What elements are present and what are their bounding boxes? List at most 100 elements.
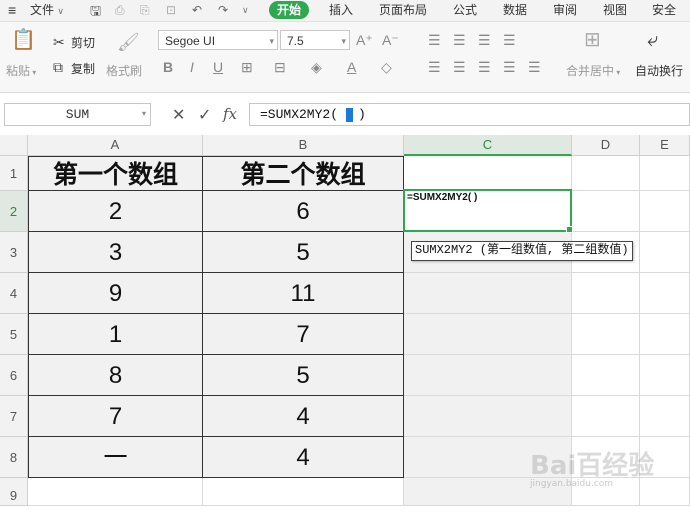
column-header-d[interactable]: D	[572, 135, 640, 156]
insert-function-button[interactable]: fx	[223, 105, 237, 123]
cell-c5[interactable]	[404, 314, 572, 355]
copy-button[interactable]: 复制	[71, 60, 95, 77]
cell-d5[interactable]	[572, 314, 640, 355]
print-icon[interactable]: ⎘	[140, 0, 150, 21]
distributed-icon[interactable]: ☰	[528, 59, 541, 75]
name-box[interactable]: SUM ▾	[4, 103, 151, 126]
column-header-b[interactable]: B	[203, 135, 404, 156]
cell-a5[interactable]: 1	[28, 314, 203, 355]
align-right-icon[interactable]: ☰	[478, 59, 491, 75]
cell-b2[interactable]: 6	[203, 191, 404, 232]
column-header-a[interactable]: A	[28, 135, 203, 156]
cell-e2[interactable]	[640, 191, 690, 232]
cell-d1[interactable]	[572, 156, 640, 191]
confirm-icon[interactable]: ✓	[198, 105, 211, 125]
select-all-corner[interactable]	[0, 135, 28, 156]
cell-a4[interactable]: 9	[28, 273, 203, 314]
save-icon[interactable]: 🖫	[90, 0, 101, 21]
cell-b9[interactable]	[203, 478, 404, 506]
cell-a3[interactable]: 3	[28, 232, 203, 273]
cell-a2[interactable]: 2	[28, 191, 203, 232]
borders-icon[interactable]: ⊞	[241, 59, 253, 75]
tab-data[interactable]: 数据	[503, 0, 527, 21]
increase-font-icon[interactable]: A⁺	[356, 32, 373, 48]
cell-b1[interactable]: 第二个数组	[203, 156, 404, 191]
cell-d7[interactable]	[572, 396, 640, 437]
cell-b8[interactable]: 4	[203, 437, 404, 478]
cell-b4[interactable]: 11	[203, 273, 404, 314]
row-header-1[interactable]: 1	[0, 156, 28, 191]
italic-icon[interactable]: I	[190, 59, 194, 75]
justify-icon[interactable]: ☰	[503, 59, 516, 75]
row-header-2[interactable]: 2	[0, 191, 28, 232]
cell-e3[interactable]	[640, 232, 690, 273]
cut-button[interactable]: 剪切	[71, 34, 95, 51]
row-header-8[interactable]: 8	[0, 437, 28, 478]
align-bottom-icon[interactable]: ☰	[478, 32, 491, 48]
align-middle-icon[interactable]: ☰	[453, 32, 466, 48]
underline-icon[interactable]: U	[213, 59, 223, 75]
cell-a1[interactable]: 第一个数组	[28, 156, 203, 191]
row-header-6[interactable]: 6	[0, 355, 28, 396]
align-center-icon[interactable]: ☰	[453, 59, 466, 75]
row-header-5[interactable]: 5	[0, 314, 28, 355]
fill-handle[interactable]	[566, 226, 573, 233]
row-header-4[interactable]: 4	[0, 273, 28, 314]
cell-c2-active[interactable]: =SUMX2MY2( )	[403, 189, 573, 233]
paste-button[interactable]: 粘贴 ▾	[6, 62, 36, 79]
formula-input[interactable]: =SUMX2MY2()	[249, 103, 690, 126]
quick-access-more-icon[interactable]: ∨	[242, 0, 249, 21]
cell-c7[interactable]	[404, 396, 572, 437]
decrease-font-icon[interactable]: A⁻	[382, 32, 399, 48]
cell-style-icon[interactable]: ⊟	[274, 59, 286, 75]
export-icon[interactable]: ⊡	[166, 0, 176, 21]
column-header-c[interactable]: C	[404, 135, 572, 156]
tab-start[interactable]: 开始	[269, 1, 310, 19]
wrap-text-button[interactable]: 自动换行	[635, 62, 683, 79]
font-name-select[interactable]: Segoe UI ▾	[158, 30, 278, 50]
cell-b7[interactable]: 4	[203, 396, 404, 437]
cell-b5[interactable]: 7	[203, 314, 404, 355]
cell-e4[interactable]	[640, 273, 690, 314]
cell-d4[interactable]	[572, 273, 640, 314]
format-painter-button[interactable]: 格式刷	[106, 62, 142, 79]
cell-d2[interactable]	[572, 191, 640, 232]
cell-a8[interactable]: 一	[28, 437, 203, 478]
undo-icon[interactable]: ↶	[192, 0, 202, 21]
cell-e6[interactable]	[640, 355, 690, 396]
cell-e9[interactable]	[640, 478, 690, 506]
row-header-9[interactable]: 9	[0, 478, 28, 506]
cell-b3[interactable]: 5	[203, 232, 404, 273]
column-header-e[interactable]: E	[640, 135, 690, 156]
tab-view[interactable]: 视图	[603, 0, 627, 21]
tab-security[interactable]: 安全	[652, 0, 676, 21]
tab-formulas[interactable]: 公式	[453, 0, 477, 21]
cell-e7[interactable]	[640, 396, 690, 437]
align-top-icon[interactable]: ☰	[428, 32, 441, 48]
cell-e1[interactable]	[640, 156, 690, 191]
cell-e5[interactable]	[640, 314, 690, 355]
row-header-3[interactable]: 3	[0, 232, 28, 273]
row-header-7[interactable]: 7	[0, 396, 28, 437]
clear-icon[interactable]: ◇	[381, 59, 392, 75]
print-preview-icon[interactable]: ⎙	[115, 0, 125, 21]
align-left-icon[interactable]: ☰	[428, 59, 441, 75]
menu-file[interactable]: 文件 ∨	[30, 0, 64, 21]
redo-icon[interactable]: ↷	[218, 0, 228, 21]
bold-icon[interactable]: B	[163, 59, 173, 75]
cell-b6[interactable]: 5	[203, 355, 404, 396]
font-size-select[interactable]: 7.5 ▾	[280, 30, 350, 50]
cancel-icon[interactable]: ✕	[172, 105, 185, 125]
cell-a6[interactable]: 8	[28, 355, 203, 396]
merge-center-button[interactable]: 合并居中 ▾	[566, 62, 620, 79]
tab-review[interactable]: 审阅	[553, 0, 577, 21]
font-color-icon[interactable]: A	[347, 59, 356, 75]
cell-c4[interactable]	[404, 273, 572, 314]
cell-a7[interactable]: 7	[28, 396, 203, 437]
hamburger-icon[interactable]: ≡	[8, 0, 16, 21]
paste-icon[interactable]: 📋	[11, 30, 36, 50]
cell-d6[interactable]	[572, 355, 640, 396]
cell-c6[interactable]	[404, 355, 572, 396]
tab-insert[interactable]: 插入	[329, 0, 353, 21]
tab-page-layout[interactable]: 页面布局	[379, 0, 427, 21]
